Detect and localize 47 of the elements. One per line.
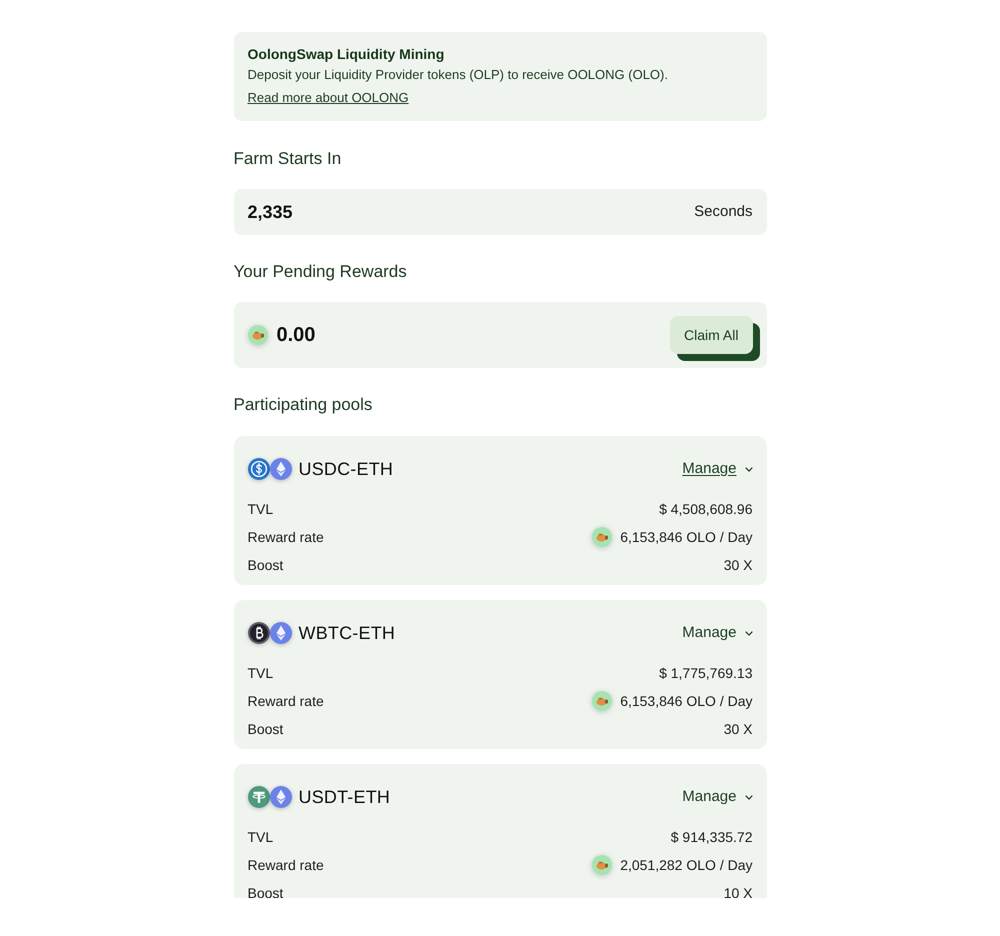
reward-token-icon: [248, 325, 268, 345]
stat-label: Boost: [248, 720, 284, 738]
stat-label: TVL: [248, 664, 274, 682]
stat-value: $ 914,335.72: [670, 828, 752, 846]
stat-label: TVL: [248, 500, 274, 518]
stat-value: 6,153,846 OLO / Day: [620, 692, 752, 711]
countdown-value: 2,335: [248, 200, 293, 224]
diamond-coin-icon: [270, 786, 292, 808]
dollar-coin-icon: [248, 458, 270, 480]
manage-dropdown[interactable]: Manage: [682, 458, 752, 480]
info-title: OolongSwap Liquidity Mining: [248, 45, 446, 64]
manage-dropdown[interactable]: Manage: [682, 622, 752, 644]
stat-value: 30 X: [724, 720, 752, 738]
info-text: Deposit your Liquidity Provider tokens (OLP) to receive OOLONG (OLO).: [248, 66, 669, 84]
section-heading: Farm Starts In: [234, 148, 342, 170]
pool-name: USDT-ETH: [298, 786, 390, 808]
read-more-link[interactable]: Read more about OOLONG: [248, 90, 409, 105]
bitcoin-coin-icon: [248, 622, 270, 644]
pool-name: WBTC-ETH: [298, 622, 396, 644]
section-heading: Your Pending Rewards: [234, 261, 408, 283]
reward-token-icon: [592, 691, 612, 711]
chevron-down-icon: [744, 630, 752, 636]
section-heading: Participating pools: [234, 394, 374, 416]
pending-amount: 0.00: [276, 323, 316, 348]
reward-token-icon: [592, 855, 612, 875]
reward-token-icon: [592, 527, 612, 547]
diamond-coin-icon: [270, 458, 292, 480]
diamond-coin-icon: [270, 622, 292, 644]
stat-value: $ 1,775,769.13: [659, 664, 752, 682]
stat-value: $ 4,508,608.96: [659, 500, 752, 518]
pool-name: USDC-ETH: [298, 458, 394, 480]
stat-label: Reward rate: [248, 692, 324, 710]
stat-value: 6,153,846 OLO / Day: [620, 528, 752, 547]
claim-all-button[interactable]: Claim All: [670, 316, 752, 354]
stat-label: Reward rate: [248, 856, 324, 874]
stat-value: 2,051,282 OLO / Day: [620, 856, 752, 875]
chevron-down-icon: [744, 794, 752, 800]
stat-label: Boost: [248, 556, 284, 574]
manage-dropdown[interactable]: Manage: [682, 786, 752, 808]
stat-value: 10 X: [724, 884, 752, 898]
stat-label: TVL: [248, 828, 274, 846]
stat-value: 30 X: [724, 556, 752, 574]
stat-label: Boost: [248, 884, 284, 898]
stat-label: Reward rate: [248, 528, 324, 546]
countdown-unit: Seconds: [694, 202, 752, 222]
chevron-down-icon: [744, 466, 752, 472]
tether-coin-icon: [248, 786, 270, 808]
